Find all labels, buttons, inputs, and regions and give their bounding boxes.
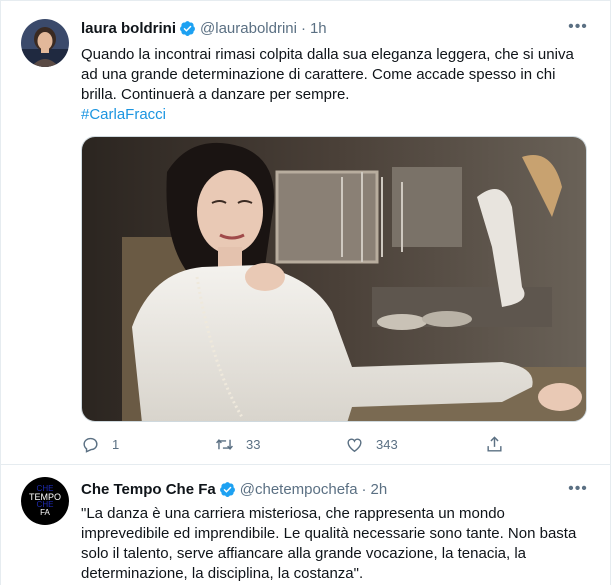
share-button[interactable] xyxy=(485,432,516,456)
display-name[interactable]: laura boldrini xyxy=(81,20,176,37)
reply-icon xyxy=(83,437,98,453)
hashtag-link[interactable]: #CarlaFracci xyxy=(81,105,591,125)
timeline-feed: laura boldrini @lauraboldrini · 1h ••• Q… xyxy=(0,0,611,585)
avatar-logo-line: FA xyxy=(40,508,50,517)
tweet-header: laura boldrini @lauraboldrini · 1h xyxy=(81,18,327,38)
more-icon[interactable]: ••• xyxy=(568,17,588,37)
avatar-laura-boldrini[interactable] xyxy=(21,19,69,67)
handle[interactable]: @lauraboldrini xyxy=(200,20,297,37)
tweet-photo[interactable] xyxy=(81,136,587,422)
tweet-text-line: solo il talento, serve affiancare alla g… xyxy=(81,545,526,562)
tweet-header: Che Tempo Che Fa @chetempochefa · 2h xyxy=(81,479,387,499)
separator-dot: · xyxy=(361,480,367,498)
like-icon xyxy=(347,438,362,452)
more-icon[interactable]: ••• xyxy=(568,479,588,499)
separator-dot: · xyxy=(300,19,306,37)
tweet-text-line: imprevedibile ed imprendibile. Le qualit… xyxy=(81,525,577,542)
tweet-text-line: ad una grande determinazione di caratter… xyxy=(81,66,556,83)
verified-badge-icon xyxy=(180,20,195,36)
retweet-count: 33 xyxy=(246,436,261,452)
timestamp[interactable]: 1h xyxy=(310,20,327,37)
avatar-che-tempo-che-fa[interactable]: CHE TEMPO CHE FA xyxy=(21,477,69,525)
reply-button[interactable]: 1 xyxy=(81,432,119,456)
avatar-logo-text: CHE TEMPO CHE FA xyxy=(21,485,69,517)
like-button[interactable]: 343 xyxy=(345,432,398,456)
timestamp[interactable]: 2h xyxy=(371,481,388,498)
like-count: 343 xyxy=(376,436,398,452)
reply-count: 1 xyxy=(112,436,120,452)
tweet-text: Quando la incontrai rimasi colpita dalla… xyxy=(81,45,591,125)
tweet-laura-boldrini[interactable]: laura boldrini @lauraboldrini · 1h ••• Q… xyxy=(1,0,610,465)
retweet-icon xyxy=(216,438,233,450)
tweet-text: "La danza è una carriera misteriosa, che… xyxy=(81,504,591,584)
tweet-text-line: brilla. Continuerà a danzare per sempre. xyxy=(81,86,350,103)
tweet-text-line: "La danza è una carriera misteriosa, che… xyxy=(81,505,505,522)
tweet-text-line: Quando la incontrai rimasi colpita dalla… xyxy=(81,46,574,63)
tweet-che-tempo-che-fa[interactable]: CHE TEMPO CHE FA Che Tempo Che Fa @chete… xyxy=(1,465,610,585)
verified-badge-icon xyxy=(219,481,235,497)
tweet-text-line: determinazione, la disciplina, la costan… xyxy=(81,565,364,582)
retweet-button[interactable]: 33 xyxy=(215,432,260,456)
tweet-actions: 1 33 343 xyxy=(81,432,511,456)
handle[interactable]: @chetempochefa xyxy=(240,481,358,498)
share-icon xyxy=(487,435,502,452)
display-name[interactable]: Che Tempo Che Fa xyxy=(81,481,216,498)
